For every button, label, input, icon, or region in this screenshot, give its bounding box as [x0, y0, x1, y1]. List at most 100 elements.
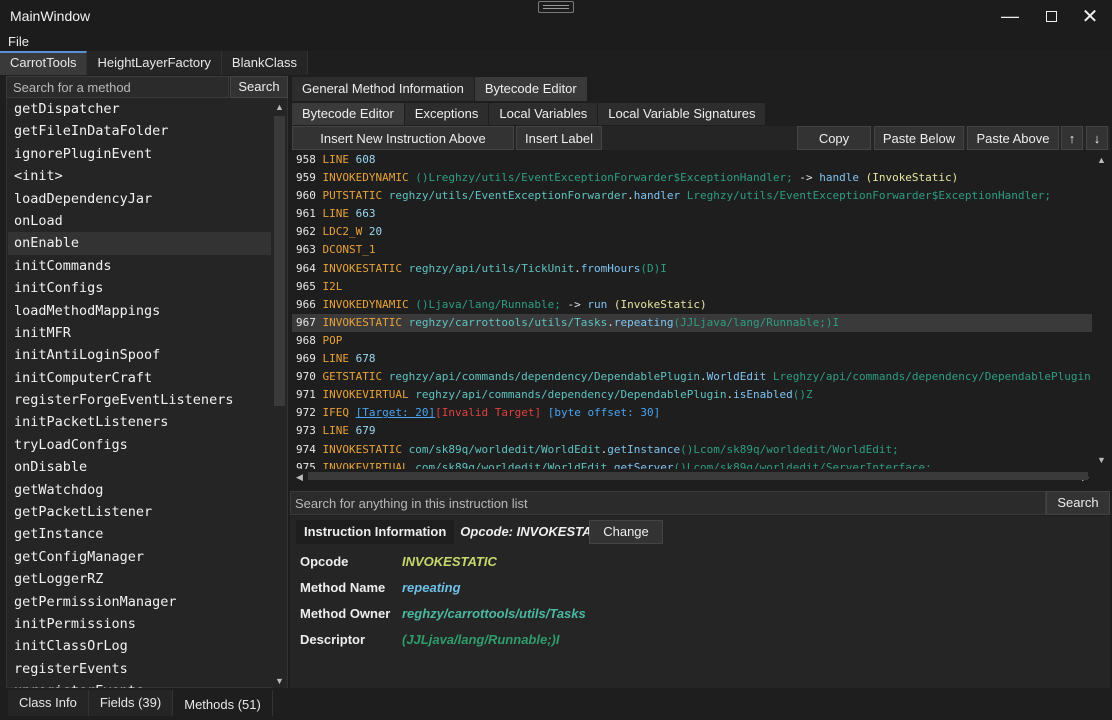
instruction-token: reghzy/api/utils/TickUnit	[401, 261, 575, 275]
method-list-item[interactable]: initCommands	[8, 255, 271, 277]
method-list-item[interactable]: onDisable	[8, 456, 271, 478]
instruction-token: LINE	[322, 207, 350, 221]
instruction-index: 961	[296, 207, 316, 221]
method-list-item[interactable]: getLoggerRZ	[8, 568, 271, 590]
method-list-item[interactable]: onEnable	[8, 232, 271, 255]
method-list-item[interactable]: getDispatcher	[8, 98, 271, 120]
scroll-down-icon[interactable]: ▼	[272, 674, 287, 688]
instruction-index: 973	[296, 424, 316, 438]
instruction-row[interactable]: 970 GETSTATIC reghzy/api/commands/depend…	[292, 368, 1092, 386]
drag-grip-icon[interactable]	[538, 1, 574, 13]
instruction-row[interactable]: 968 POP	[292, 332, 1092, 350]
method-list-item[interactable]: unregisterEvents	[8, 680, 271, 688]
instruction-search-button[interactable]: Search	[1046, 491, 1110, 515]
instruction-token: 608	[349, 153, 376, 166]
instruction-row[interactable]: 960 PUTSTATIC reghzy/utils/EventExceptio…	[292, 187, 1092, 205]
instruction-token: GETSTATIC	[322, 370, 383, 384]
method-list-item[interactable]: initMFR	[8, 322, 271, 344]
method-list-item[interactable]: <init>	[8, 165, 271, 187]
instruction-token	[541, 406, 548, 419]
instruction-row[interactable]: 969 LINE 678	[292, 350, 1092, 368]
editor-tab[interactable]: Exceptions	[404, 103, 490, 125]
instruction-list-hscroll-thumb[interactable]	[308, 472, 1088, 480]
method-list-item[interactable]: tryLoadConfigs	[8, 434, 271, 456]
instruction-token: (InvokeStatic)	[858, 171, 959, 185]
method-list-item[interactable]: getPacketListener	[8, 501, 271, 523]
instruction-row[interactable]: 958 LINE 608	[292, 151, 1092, 169]
change-opcode-button[interactable]: Change	[589, 520, 663, 544]
instruction-token: INVOKEVIRTUAL	[322, 388, 409, 402]
editor-tab[interactable]: Local Variable Signatures	[598, 103, 767, 125]
method-list-item[interactable]: registerForgeEventListeners	[8, 389, 271, 411]
bottom-tab[interactable]: Methods (51)	[173, 690, 273, 716]
method-list-item[interactable]: initPacketListeners	[8, 411, 271, 433]
instruction-token	[349, 406, 356, 419]
bottom-tab[interactable]: Fields (39)	[88, 690, 174, 716]
scroll-left-icon[interactable]: ◀	[292, 470, 307, 484]
method-search-button[interactable]: Search	[230, 76, 288, 98]
instruction-row[interactable]: 975 INVOKEVIRTUAL com/sk89q/worldedit/Wo…	[292, 459, 1092, 469]
instruction-row[interactable]: 961 LINE 663	[292, 205, 1092, 223]
instruction-row[interactable]: 967 INVOKESTATIC reghzy/carrottools/util…	[292, 313, 1092, 332]
instruction-row[interactable]: 964 INVOKESTATIC reghzy/api/utils/TickUn…	[292, 260, 1092, 278]
instruction-row[interactable]: 959 INVOKEDYNAMIC ()Lreghzy/utils/EventE…	[292, 169, 1092, 187]
editor-tab[interactable]: General Method Information	[292, 77, 475, 101]
paste-above-button[interactable]: Paste Above	[967, 126, 1059, 150]
method-list-item[interactable]: getFileInDataFolder	[8, 120, 271, 142]
tab-carrottools[interactable]: CarrotTools	[0, 51, 88, 75]
method-list-item[interactable]: getWatchdog	[8, 479, 271, 501]
tab-blankclass[interactable]: BlankClass	[221, 51, 308, 75]
editor-tab[interactable]: Bytecode Editor	[474, 77, 588, 101]
editor-tab[interactable]: Bytecode Editor	[292, 103, 405, 125]
close-button[interactable]: ✕	[1070, 4, 1110, 28]
method-list-scroll-thumb[interactable]	[274, 116, 285, 406]
instruction-row[interactable]: 963 DCONST_1	[292, 241, 1092, 259]
tab-heightlayerfactory[interactable]: HeightLayerFactory	[87, 51, 222, 75]
instruction-list[interactable]: 958 LINE 608 959 INVOKEDYNAMIC ()Lreghzy/…	[292, 151, 1092, 469]
minimize-button[interactable]: —	[990, 4, 1030, 28]
instruction-row[interactable]: 966 INVOKEDYNAMIC ()Ljava/lang/Runnable;…	[292, 296, 1092, 314]
instruction-index: 967	[296, 315, 316, 329]
bottom-tab[interactable]: Class Info	[8, 690, 89, 716]
instruction-row[interactable]: 973 LINE 679	[292, 422, 1092, 440]
menu-file[interactable]: File	[8, 34, 29, 49]
instruction-search-input[interactable]: Search for anything in this instruction …	[290, 491, 1046, 515]
method-list-item[interactable]: initAntiLoginSpoof	[8, 344, 271, 366]
instruction-token: .	[607, 315, 614, 329]
instruction-token: .	[627, 189, 634, 203]
method-list-item[interactable]: registerEvents	[8, 658, 271, 680]
move-down-button[interactable]: ↓	[1086, 126, 1108, 150]
method-list-item[interactable]: getConfigManager	[8, 546, 271, 568]
method-list-item[interactable]: initComputerCraft	[8, 367, 271, 389]
method-list-item[interactable]: getPermissionManager	[8, 591, 271, 613]
method-list-item[interactable]: loadDependencyJar	[8, 188, 271, 210]
scroll-up-icon[interactable]: ▲	[1094, 153, 1109, 167]
instruction-token: getInstance	[607, 442, 681, 456]
instruction-row[interactable]: 971 INVOKEVIRTUAL reghzy/api/commands/de…	[292, 386, 1092, 404]
method-list-item[interactable]: initPermissions	[8, 613, 271, 635]
editor-tab[interactable]: Local Variables	[489, 103, 599, 125]
method-list-item[interactable]: initClassOrLog	[8, 635, 271, 657]
scroll-down-icon[interactable]: ▼	[1094, 453, 1109, 467]
method-list-item[interactable]: loadMethodMappings	[8, 300, 271, 322]
method-list-item[interactable]: initConfigs	[8, 277, 271, 299]
method-list-item[interactable]: ignorePluginEvent	[8, 143, 271, 165]
instruction-token[interactable]: [Target: 20]	[356, 406, 435, 419]
instruction-token: repeating	[613, 315, 674, 329]
scroll-up-icon[interactable]: ▲	[272, 100, 287, 114]
paste-below-button[interactable]: Paste Below	[874, 126, 964, 150]
instruction-token: ()Lreghzy/utils/EventExceptionForwarder$…	[408, 171, 793, 185]
instruction-row[interactable]: 962 LDC2_W 20	[292, 223, 1092, 241]
instruction-row[interactable]: 965 I2L	[292, 278, 1092, 296]
method-list-item[interactable]: onLoad	[8, 210, 271, 232]
maximize-button[interactable]	[1031, 4, 1071, 28]
instruction-row[interactable]: 974 INVOKESTATIC com/sk89q/worldedit/Wor…	[292, 441, 1092, 459]
move-up-button[interactable]: ↑	[1061, 126, 1083, 150]
insert-instruction-button[interactable]: Insert New Instruction Above Selection	[292, 126, 514, 170]
method-search-input[interactable]: Search for a method	[6, 76, 229, 98]
method-list-item[interactable]: getInstance	[8, 523, 271, 545]
copy-button[interactable]: Copy	[797, 126, 871, 150]
instruction-list-vscrollbar[interactable]: ▲ ▼	[1093, 151, 1110, 469]
insert-label-button[interactable]: Insert Label	[516, 126, 602, 150]
instruction-row[interactable]: 972 IFEQ [Target: 20][Invalid Target] [b…	[292, 404, 1092, 422]
